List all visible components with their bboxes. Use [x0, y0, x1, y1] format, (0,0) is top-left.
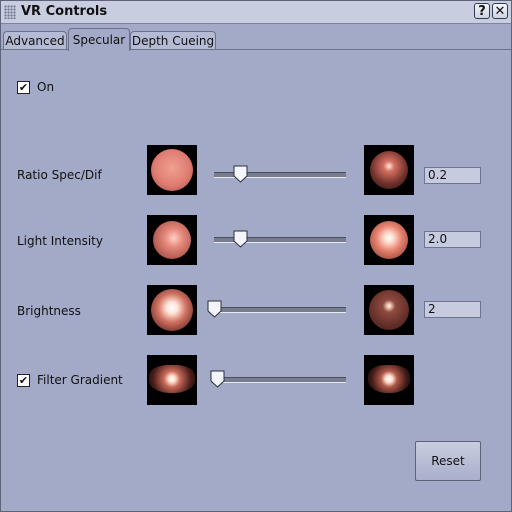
on-checkbox[interactable]: ✔: [17, 81, 30, 94]
filter-gradient-checkbox[interactable]: ✔: [17, 374, 30, 387]
ratio-preview-low: [147, 145, 197, 195]
gradient-preview-low: [147, 355, 197, 405]
help-button[interactable]: ?: [474, 3, 490, 19]
tab-depth-cueing[interactable]: Depth Cueing: [130, 31, 216, 50]
tab-specular[interactable]: Specular: [68, 28, 130, 51]
intensity-preview-high: [364, 215, 414, 265]
ratio-value-field[interactable]: 0.2: [424, 167, 481, 184]
brightness-preview-high: [364, 285, 414, 335]
ratio-slider-knob[interactable]: [233, 165, 248, 183]
grip-icon[interactable]: [4, 5, 16, 19]
title-bar: VR Controls ? ✕: [1, 1, 511, 24]
ratio-preview-high: [364, 145, 414, 195]
brightness-value-field[interactable]: 2: [424, 301, 481, 318]
gradient-slider-track[interactable]: [214, 377, 346, 383]
ratio-spec-dif-label: Ratio Spec/Dif: [17, 168, 102, 182]
window-title: VR Controls: [21, 4, 108, 19]
light-intensity-label: Light Intensity: [17, 234, 103, 248]
intensity-slider-knob[interactable]: [233, 230, 248, 248]
brightness-label: Brightness: [17, 304, 81, 318]
reset-button[interactable]: Reset: [415, 441, 481, 481]
gradient-slider-knob[interactable]: [210, 370, 225, 388]
brightness-slider-track[interactable]: [214, 307, 346, 313]
vr-controls-window: VR Controls ? ✕ Advanced Specular Depth …: [0, 0, 512, 512]
intensity-value-field[interactable]: 2.0: [424, 231, 481, 248]
gradient-preview-high: [364, 355, 414, 405]
brightness-slider-knob[interactable]: [207, 300, 222, 318]
on-label: On: [37, 80, 55, 94]
intensity-preview-low: [147, 215, 197, 265]
tab-advanced[interactable]: Advanced: [3, 31, 67, 50]
close-button[interactable]: ✕: [492, 3, 508, 19]
filter-gradient-label: Filter Gradient: [37, 373, 123, 387]
brightness-preview-low: [147, 285, 197, 335]
